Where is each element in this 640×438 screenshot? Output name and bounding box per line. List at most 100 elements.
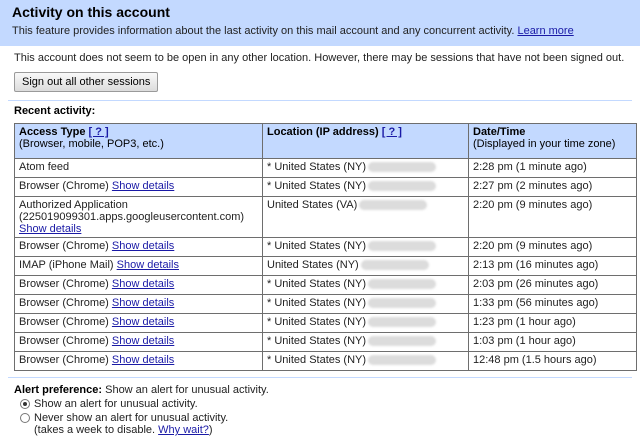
activity-header: Activity on this account This feature pr… (0, 0, 640, 46)
table-row: Authorized Application (225019099301.apps… (14, 196, 637, 238)
location-cell: United States (NY) (262, 256, 469, 276)
ip-address-redacted (368, 241, 437, 252)
location-value: * United States (NY) (267, 278, 367, 290)
access-type-cell: Browser (Chrome) Show details (14, 177, 263, 197)
radio-never-alert[interactable] (20, 413, 30, 424)
table-row: Browser (Chrome) Show details * United St… (14, 332, 637, 352)
access-type-value: Browser (Chrome) (19, 354, 109, 366)
show-details-link[interactable]: Show details (112, 240, 174, 252)
location-cell: * United States (NY) (262, 332, 469, 352)
never-note-text: (takes a week to disable. (34, 424, 156, 436)
sign-out-sessions-button[interactable]: Sign out all other sessions (14, 72, 159, 92)
location-value: * United States (NY) (267, 180, 367, 192)
location-value: * United States (NY) (267, 335, 367, 347)
location-cell: United States (VA) (262, 196, 469, 238)
access-type-sub: (Browser, mobile, POP3, etc.) (19, 138, 164, 150)
datetime-label: Date/Time (473, 126, 526, 138)
datetime-cell: 2:28 pm (1 minute ago) (468, 158, 637, 178)
table-row: Browser (Chrome) Show details * United St… (14, 351, 637, 371)
access-type-value: Browser (Chrome) (19, 316, 109, 328)
access-type-label: Access Type (19, 126, 86, 138)
datetime-value: 1:03 pm (1 hour ago) (473, 335, 576, 347)
table-row: IMAP (iPhone Mail) Show details United St… (14, 256, 637, 276)
table-row: Browser (Chrome) Show details * United St… (14, 294, 637, 314)
ip-address-redacted (368, 336, 437, 347)
access-type-help-link[interactable]: [ ? ] (89, 126, 109, 138)
datetime-value: 2:13 pm (16 minutes ago) (473, 259, 599, 271)
show-details-link[interactable]: Show details (112, 316, 174, 328)
table-row: Browser (Chrome) Show details * United St… (14, 275, 637, 295)
show-details-link[interactable]: Show details (112, 278, 174, 290)
header-location: Location (IP address) [ ? ] (262, 123, 469, 159)
datetime-cell: 1:33 pm (56 minutes ago) (468, 294, 637, 314)
table-row: Atom feed * United States (NY) 2:28 pm (1 … (14, 158, 637, 178)
datetime-cell: 2:20 pm (9 minutes ago) (468, 196, 637, 238)
alert-preference: Alert preference: Show an alert for unus… (0, 378, 640, 436)
alert-option-never[interactable]: Never show an alert for unusual activity… (14, 412, 626, 424)
header-datetime: Date/Time (Displayed in your time zone) (468, 123, 637, 159)
location-cell: * United States (NY) (262, 294, 469, 314)
access-type-value: Authorized Application (19, 199, 128, 211)
ip-address-redacted (368, 355, 437, 366)
option-never-label: Never show an alert for unusual activity… (34, 412, 229, 424)
datetime-cell: 2:27 pm (2 minutes ago) (468, 177, 637, 197)
show-details-link[interactable]: Show details (112, 354, 174, 366)
location-cell: * United States (NY) (262, 158, 469, 178)
option-show-label: Show an alert for unusual activity. (34, 398, 198, 410)
datetime-cell: 12:48 pm (1.5 hours ago) (468, 351, 637, 371)
access-type-value: Atom feed (19, 161, 70, 173)
learn-more-link[interactable]: Learn more (517, 25, 573, 37)
datetime-cell: 2:13 pm (16 minutes ago) (468, 256, 637, 276)
access-type-value: Browser (Chrome) (19, 180, 109, 192)
datetime-cell: 1:23 pm (1 hour ago) (468, 313, 637, 333)
why-wait-link[interactable]: Why wait? (158, 424, 209, 436)
option-never-note: (takes a week to disable. Why wait?) (14, 424, 626, 436)
location-value: United States (NY) (267, 259, 359, 271)
never-note-end: ) (208, 424, 213, 436)
location-cell: * United States (NY) (262, 237, 469, 257)
location-help-link[interactable]: [ ? ] (382, 126, 402, 138)
datetime-value: 2:27 pm (2 minutes ago) (473, 180, 593, 192)
datetime-value: 2:20 pm (9 minutes ago) (473, 199, 593, 211)
description-text: This feature provides information about … (12, 25, 515, 37)
alert-option-show[interactable]: Show an alert for unusual activity. (14, 398, 626, 410)
access-type-value: Browser (Chrome) (19, 297, 109, 309)
table-header-row: Access Type [ ? ] (Browser, mobile, POP3… (14, 123, 637, 159)
ip-address-redacted (368, 317, 437, 328)
ip-address-redacted (360, 260, 429, 271)
access-type-cell: Browser (Chrome) Show details (14, 294, 263, 314)
access-type-value: Browser (Chrome) (19, 240, 109, 252)
location-value: * United States (NY) (267, 297, 367, 309)
activity-table: Access Type [ ? ] (Browser, mobile, POP3… (14, 123, 637, 371)
datetime-value: 1:33 pm (56 minutes ago) (473, 297, 599, 309)
access-type-cell: Authorized Application (225019099301.apps… (14, 196, 263, 238)
ip-address-redacted (368, 162, 437, 173)
ip-address-redacted (368, 279, 437, 290)
datetime-value: 12:48 pm (1.5 hours ago) (473, 354, 597, 366)
datetime-value: 2:03 pm (26 minutes ago) (473, 278, 599, 290)
access-type-cell: Atom feed (14, 158, 263, 178)
header-access-type: Access Type [ ? ] (Browser, mobile, POP3… (14, 123, 263, 159)
ip-address-redacted (368, 298, 437, 309)
show-details-link[interactable]: Show details (112, 180, 174, 192)
access-type-cell: Browser (Chrome) Show details (14, 351, 263, 371)
access-type-extra: (225019099301.apps.googleusercontent.com… (19, 211, 245, 223)
page-title: Activity on this account (12, 4, 170, 20)
header-description: This feature provides information about … (12, 25, 628, 37)
radio-show-alert[interactable] (20, 399, 30, 410)
show-details-link[interactable]: Show details (19, 223, 81, 235)
location-cell: * United States (NY) (262, 351, 469, 371)
ip-address-redacted (368, 181, 437, 192)
show-details-link[interactable]: Show details (112, 335, 174, 347)
show-details-link[interactable]: Show details (117, 259, 179, 271)
access-type-cell: Browser (Chrome) Show details (14, 275, 263, 295)
location-value: * United States (NY) (267, 354, 367, 366)
location-cell: * United States (NY) (262, 275, 469, 295)
access-type-cell: IMAP (iPhone Mail) Show details (14, 256, 263, 276)
ip-address-redacted (359, 200, 428, 211)
access-type-value: Browser (Chrome) (19, 335, 109, 347)
datetime-cell: 2:20 pm (9 minutes ago) (468, 237, 637, 257)
location-cell: * United States (NY) (262, 313, 469, 333)
location-value: United States (VA) (267, 199, 358, 211)
show-details-link[interactable]: Show details (112, 297, 174, 309)
